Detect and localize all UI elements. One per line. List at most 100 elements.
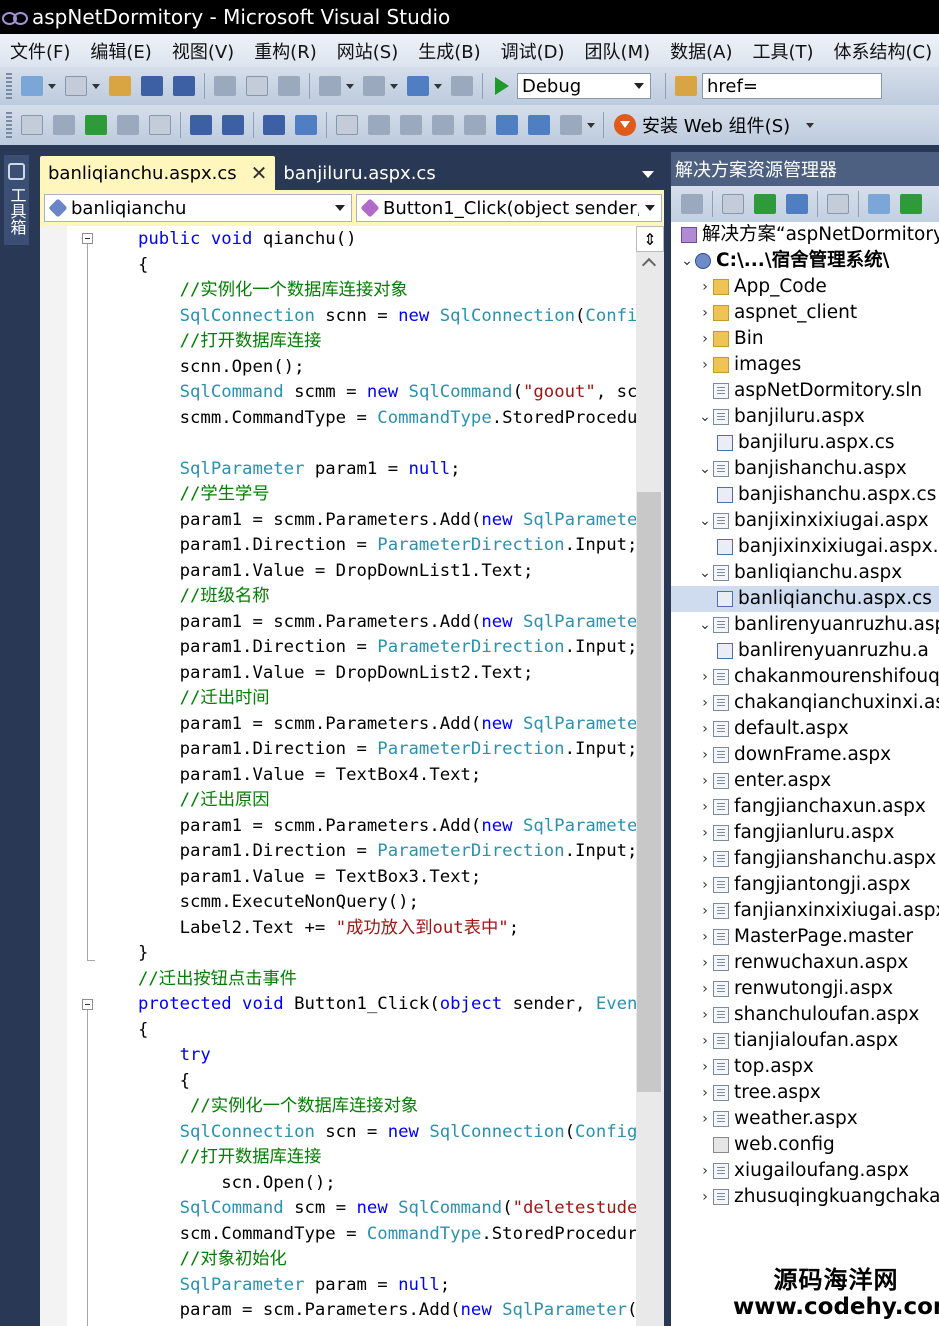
code-line[interactable]: //对象初始化 xyxy=(138,1246,287,1272)
view-code-icon[interactable] xyxy=(827,194,849,214)
menu-item[interactable]: 调试(D) xyxy=(491,38,575,64)
scroll-up-icon[interactable] xyxy=(641,257,657,273)
solution-tree-item[interactable]: banjixinxixiugai.aspx. xyxy=(671,534,939,560)
menu-item[interactable]: 网站(S) xyxy=(327,38,408,64)
code-line[interactable]: param1.Value = TextBox4.Text; xyxy=(138,762,482,788)
solution-tree-item[interactable]: ⌄ banlirenyuanruzhu.asp xyxy=(671,612,939,638)
toolbar-grip[interactable] xyxy=(6,73,12,99)
toolbar-grip[interactable] xyxy=(6,112,12,138)
collapsed-arrow-icon[interactable]: › xyxy=(697,851,713,867)
collapsed-arrow-icon[interactable]: › xyxy=(697,331,713,347)
open-file-icon[interactable] xyxy=(109,76,131,96)
solution-tree-item[interactable]: › fangjianluru.aspx xyxy=(671,820,939,846)
solution-tree-item[interactable]: › App_Code xyxy=(671,274,939,300)
properties-icon[interactable] xyxy=(149,115,171,135)
expanded-arrow-icon[interactable]: ⌄ xyxy=(697,409,713,425)
previous-bookmark-document-icon[interactable] xyxy=(496,115,518,135)
solution-tree-item[interactable]: › tianjialoufan.aspx xyxy=(671,1028,939,1054)
code-line[interactable]: { xyxy=(138,252,148,278)
chevron-down-icon[interactable] xyxy=(587,122,595,128)
previous-bookmark-folder-icon[interactable] xyxy=(432,115,454,135)
save-icon[interactable] xyxy=(141,76,163,96)
code-line[interactable]: param1.Value = DropDownList1.Text; xyxy=(138,558,534,584)
tab-banliqianchu-cs[interactable]: banliqianchu.aspx.cs ✕ xyxy=(40,156,276,190)
code-line[interactable]: //打开数据库连接 xyxy=(138,328,322,354)
solution-tree-item[interactable]: › images xyxy=(671,352,939,378)
menu-item[interactable]: 团队(M) xyxy=(575,38,661,64)
menu-item[interactable]: 文件(F) xyxy=(0,38,80,64)
font-icon[interactable] xyxy=(117,115,139,135)
new-project-icon[interactable] xyxy=(21,76,43,96)
expanded-arrow-icon[interactable]: ⌄ xyxy=(697,513,713,529)
solution-tree-item[interactable]: ⌄ banliqianchu.aspx xyxy=(671,560,939,586)
code-line[interactable]: scn.Open(); xyxy=(138,1170,335,1196)
collapsed-arrow-icon[interactable]: › xyxy=(697,877,713,893)
solution-tree-item[interactable]: › zhusuqingkuangchakar xyxy=(671,1184,939,1210)
solution-tree-item[interactable]: › renwuchaxun.aspx xyxy=(671,950,939,976)
redo-icon[interactable] xyxy=(363,76,385,96)
code-line[interactable]: param1.Direction = ParameterDirection.In… xyxy=(138,634,636,660)
code-line[interactable]: scm.CommandType = CommandType.StoredProc… xyxy=(138,1221,636,1247)
collapsed-arrow-icon[interactable]: › xyxy=(697,981,713,997)
code-line[interactable]: SqlParameter param = null; xyxy=(138,1272,451,1298)
code-line[interactable]: //迁出时间 xyxy=(138,685,270,711)
uncomment-icon[interactable] xyxy=(295,115,317,135)
find-in-files-icon[interactable] xyxy=(675,76,697,96)
code-line[interactable]: SqlConnection scn = new SqlConnection(Co… xyxy=(138,1119,636,1145)
copy-icon[interactable] xyxy=(246,76,268,96)
solution-tree-item[interactable]: › xiugailoufang.aspx xyxy=(671,1158,939,1184)
comment-icon[interactable] xyxy=(263,115,285,135)
collapsed-arrow-icon[interactable]: › xyxy=(697,799,713,815)
code-line[interactable]: param1 = scmm.Parameters.Add(new SqlPara… xyxy=(138,813,636,839)
validate-icon[interactable] xyxy=(85,115,107,135)
solution-tree-item[interactable]: › downFrame.aspx xyxy=(671,742,939,768)
solution-tree-item[interactable]: › top.aspx xyxy=(671,1054,939,1080)
code-line[interactable]: //打开数据库连接 xyxy=(138,1144,322,1170)
next-bookmark-folder-icon[interactable] xyxy=(464,115,486,135)
collapsed-arrow-icon[interactable]: › xyxy=(697,1033,713,1049)
html-source-icon[interactable] xyxy=(21,115,43,135)
solution-tree-item[interactable]: › fangjianshanchu.aspx xyxy=(671,846,939,872)
code-line[interactable]: param1.Value = DropDownList2.Text; xyxy=(138,660,534,686)
code-line[interactable]: param1 = scmm.Parameters.Add(new SqlPara… xyxy=(138,711,636,737)
menu-item[interactable]: 视图(V) xyxy=(162,38,244,64)
code-line[interactable]: //实例化一个数据库连接对象 xyxy=(138,1093,418,1119)
chevron-down-icon[interactable] xyxy=(390,83,398,89)
code-line[interactable]: //学生学号 xyxy=(138,481,270,507)
close-icon[interactable]: ✕ xyxy=(251,161,268,185)
code-line[interactable]: SqlConnection scnn = new SqlConnection(C… xyxy=(138,303,636,329)
code-text[interactable]: public void qianchu(){ //实例化一个数据库连接对象 Sq… xyxy=(40,226,636,1326)
navigate-backward-icon[interactable] xyxy=(407,76,429,96)
show-all-files-icon[interactable] xyxy=(722,194,744,214)
code-line[interactable]: param1 = scmm.Parameters.Add(new SqlPara… xyxy=(138,507,636,533)
scrollbar-thumb[interactable] xyxy=(637,492,661,1092)
menu-item[interactable]: 体系结构(C) xyxy=(824,38,939,64)
code-line[interactable]: SqlCommand scm = new SqlCommand("deletes… xyxy=(138,1195,636,1221)
code-line[interactable]: //迁出按钮点击事件 xyxy=(138,966,297,992)
menu-item[interactable]: 编辑(E) xyxy=(80,38,161,64)
collapsed-arrow-icon[interactable]: › xyxy=(697,1189,713,1205)
code-line[interactable]: scmm.CommandType = CommandType.StoredPro… xyxy=(138,405,636,431)
solution-tree-item[interactable]: › chakanmourenshifouqi xyxy=(671,664,939,690)
code-line[interactable]: param = scm.Parameters.Add(new SqlParame… xyxy=(138,1297,636,1323)
code-line[interactable]: SqlParameter param1 = null; xyxy=(138,456,461,482)
collapsed-arrow-icon[interactable]: › xyxy=(697,669,713,685)
solution-tree-item[interactable]: › tree.aspx xyxy=(671,1080,939,1106)
collapsed-arrow-icon[interactable]: › xyxy=(697,1163,713,1179)
code-line[interactable]: } xyxy=(138,940,148,966)
solution-tree-item[interactable]: ⌄ banjiluru.aspx xyxy=(671,404,939,430)
split-window-icon[interactable]: ⇕ xyxy=(636,226,664,252)
solution-tree-item[interactable]: › enter.aspx xyxy=(671,768,939,794)
solution-tree-item[interactable]: › fangjianchaxun.aspx xyxy=(671,794,939,820)
collapsed-arrow-icon[interactable]: › xyxy=(697,695,713,711)
expanded-arrow-icon[interactable]: ⌄ xyxy=(697,617,713,633)
collapsed-arrow-icon[interactable]: › xyxy=(697,1111,713,1127)
collapsed-arrow-icon[interactable]: › xyxy=(697,305,713,321)
solution-tree-item[interactable]: 解决方案“aspNetDormitory” xyxy=(671,222,939,248)
chevron-down-icon[interactable] xyxy=(806,122,815,128)
indent-increase-icon[interactable] xyxy=(222,115,244,135)
code-line[interactable]: scmm.ExecuteNonQuery(); xyxy=(138,889,419,915)
chevron-down-icon[interactable] xyxy=(434,83,442,89)
chevron-down-icon[interactable] xyxy=(92,83,100,89)
navigate-forward-icon[interactable] xyxy=(451,76,473,96)
